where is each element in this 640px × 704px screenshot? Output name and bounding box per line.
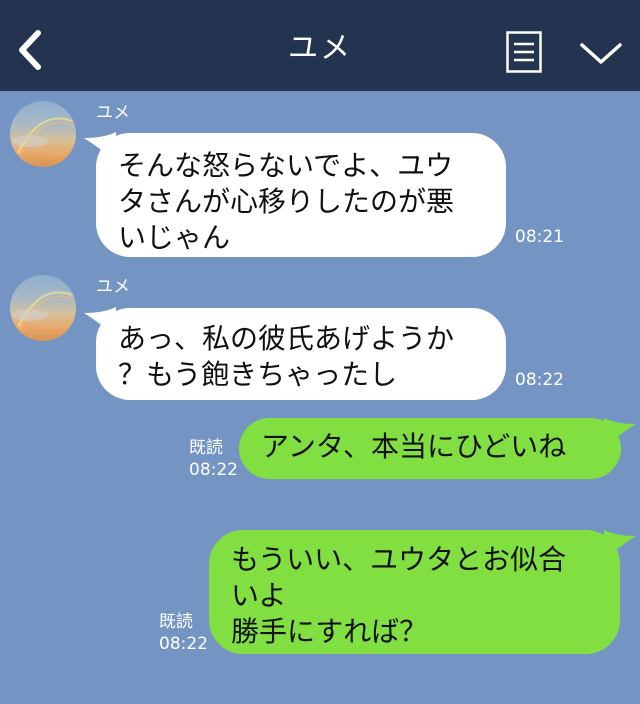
read-receipt: 既読	[189, 438, 223, 458]
bubble-tail	[604, 530, 636, 560]
message-bubble: そんな怒らないでよ、ユウ タさんが心移りしたのが悪 いじゃん	[96, 133, 506, 257]
bubble-tail	[604, 418, 636, 448]
rainbow-sunset-photo	[12, 117, 76, 156]
rainbow-sunset-photo	[12, 291, 76, 330]
message-meta: 既読 08:22	[189, 437, 238, 481]
message-meta: 既読 08:22	[159, 611, 208, 655]
menu-button[interactable]	[506, 31, 542, 73]
message-time: 08:22	[515, 370, 564, 390]
sender-name: ユメ	[96, 103, 130, 123]
message-time: 08:22	[159, 634, 208, 654]
read-receipt: 既読	[159, 612, 193, 632]
message-bubble: もういい、ユウタとお似合 いよ 勝手にすれば？	[209, 530, 620, 654]
message-time: 08:22	[189, 460, 238, 480]
message-time: 08:21	[515, 227, 564, 247]
back-button[interactable]	[10, 25, 54, 75]
message-bubble: あっ、私の彼氏あげようか ？もう飽きちゃったし	[96, 308, 506, 400]
chevron-down-icon	[580, 43, 622, 64]
list-icon	[506, 31, 542, 73]
collapse-button[interactable]	[578, 36, 624, 70]
message-bubble: アンタ、本当にひどいね	[239, 418, 621, 479]
chevron-left-icon	[19, 30, 41, 70]
avatar[interactable]	[10, 275, 76, 341]
sender-name: ユメ	[96, 277, 130, 297]
avatar[interactable]	[10, 101, 76, 167]
chat-title: ユメ	[288, 31, 352, 66]
chat-header: ユメ	[0, 0, 640, 91]
